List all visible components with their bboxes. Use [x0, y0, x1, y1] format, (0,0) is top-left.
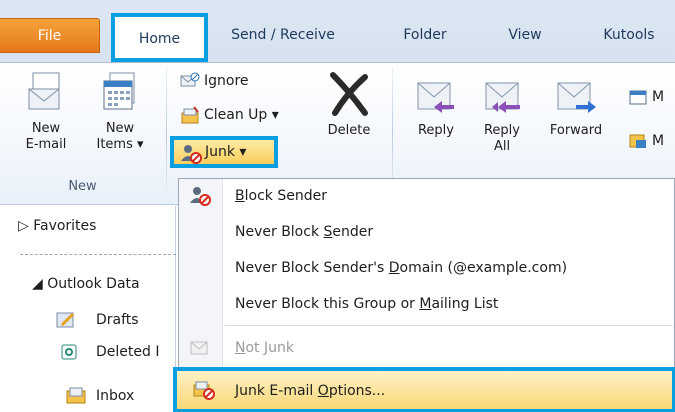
nav-divider — [20, 254, 176, 255]
more-label: M — [652, 133, 665, 149]
junk-options-icon — [193, 381, 215, 400]
reply-all-icon — [485, 82, 520, 113]
forward-label: Forward — [549, 123, 603, 138]
delete-label: Delete — [327, 123, 371, 138]
tab-file[interactable]: File — [0, 18, 100, 53]
drafts-label: Drafts — [96, 312, 139, 328]
clean-up-label: Clean Up ▾ — [204, 107, 279, 123]
not-junk-label: Not Junk — [235, 340, 294, 356]
meeting-icon — [629, 90, 647, 105]
ribbon-tab-bar: File Home Send / Receive Folder View Kut… — [0, 0, 675, 63]
tab-kutools[interactable]: Kutools — [583, 18, 675, 53]
drafts-icon — [56, 312, 75, 328]
ignore-button[interactable]: Ignore — [180, 69, 290, 93]
inbox-icon — [66, 387, 86, 404]
menu-separator — [225, 325, 673, 326]
clean-up-icon — [181, 106, 199, 124]
calendar-icon — [103, 72, 135, 110]
new-email-label-1: New — [31, 121, 61, 136]
more-button[interactable]: M — [628, 129, 675, 153]
tab-home[interactable]: Home — [111, 13, 208, 62]
nav-outlook-data[interactable]: ◢ Outlook Data — [32, 274, 140, 294]
menu-item-never-block-domain[interactable]: Never Block Sender's Domain (@example.co… — [179, 251, 674, 287]
ignore-icon — [180, 72, 200, 87]
reply-all-label-2: All — [493, 139, 511, 154]
reply-button[interactable]: Reply — [404, 77, 468, 139]
menu-item-not-junk[interactable]: Not Junk — [179, 331, 674, 367]
reply-all-button[interactable]: Reply All — [470, 77, 534, 155]
tab-view[interactable]: View — [495, 18, 555, 53]
new-email-button[interactable]: New E-mail — [18, 71, 74, 153]
reply-label: Reply — [417, 123, 454, 138]
junk-email-options-label: Junk E-mail Options... — [235, 383, 386, 399]
new-items-button[interactable]: New Items ▾ — [88, 71, 152, 153]
block-sender-label: Block Sender — [235, 188, 327, 204]
new-items-label-2: Items ▾ — [96, 137, 144, 152]
menu-item-block-sender[interactable]: Block Sender — [179, 179, 674, 215]
deleted-items-icon — [61, 344, 77, 360]
meeting-label: M — [652, 89, 665, 105]
more-icon — [629, 134, 646, 148]
block-sender-icon — [190, 187, 211, 206]
group-separator — [166, 67, 167, 203]
new-items-label-1: New — [105, 121, 135, 136]
forward-button[interactable]: Forward — [538, 77, 614, 139]
deleted-items-label: Deleted I — [96, 344, 160, 360]
reply-all-label-1: Reply — [483, 123, 520, 138]
not-junk-icon — [190, 341, 208, 355]
menu-item-never-block-group[interactable]: Never Block this Group or Mailing List — [179, 287, 674, 323]
delete-x-icon — [330, 72, 368, 116]
menu-item-junk-email-options[interactable]: Junk E-mail Options... — [173, 367, 675, 412]
never-block-group-label: Never Block this Group or Mailing List — [235, 296, 499, 312]
new-email-icon — [28, 72, 60, 110]
never-block-domain-label: Never Block Sender's Domain (@example.co… — [235, 260, 568, 276]
navigation-pane: ▷ Favorites ◢ Outlook Data Drafts Delete… — [0, 206, 176, 412]
tab-folder[interactable]: Folder — [390, 18, 460, 53]
delete-button[interactable]: Delete — [318, 71, 380, 139]
nav-favorites[interactable]: ▷ Favorites — [18, 216, 96, 236]
new-email-label-2: E-mail — [25, 137, 67, 152]
group-new-label: New — [68, 179, 97, 194]
inbox-label: Inbox — [96, 388, 135, 404]
tab-send-receive[interactable]: Send / Receive — [218, 18, 348, 53]
forward-icon — [557, 82, 596, 113]
reply-icon — [417, 82, 454, 113]
menu-item-never-block-sender[interactable]: Never Block Sender — [179, 215, 674, 251]
junk-icon — [181, 145, 202, 164]
junk-dropdown-menu: Block Sender Never Block Sender Never Bl… — [173, 178, 675, 412]
junk-label: Junk ▾ — [205, 144, 247, 160]
meeting-button[interactable]: M — [628, 85, 675, 109]
clean-up-button[interactable]: Clean Up ▾ — [180, 103, 310, 127]
ignore-label: Ignore — [204, 73, 249, 89]
never-block-sender-label: Never Block Sender — [235, 224, 374, 240]
junk-button[interactable]: Junk ▾ — [170, 136, 278, 168]
